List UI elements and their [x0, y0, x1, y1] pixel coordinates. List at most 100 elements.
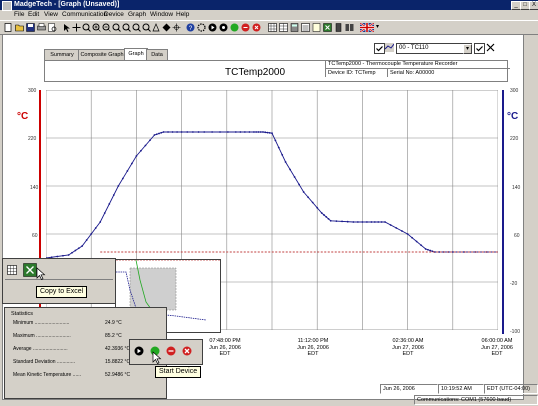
tab-composite-graph[interactable]: Composite Graph: [78, 49, 126, 60]
device-name: TCTemp2000: [225, 67, 286, 78]
print-icon[interactable]: [37, 23, 46, 32]
device-select-dropdown-icon[interactable]: ▾: [463, 44, 472, 54]
stop-icon[interactable]: [241, 23, 250, 32]
menu-device[interactable]: Device: [104, 11, 124, 18]
device-select[interactable]: 00 - TC110: [396, 43, 472, 54]
data-point: [176, 131, 178, 133]
zoom-in-icon[interactable]: [92, 23, 101, 32]
open-folder-icon[interactable]: [15, 23, 24, 32]
data-point: [411, 236, 414, 239]
stats-icon[interactable]: [301, 23, 310, 32]
multi-device-icon[interactable]: [345, 23, 354, 32]
data-point: [130, 162, 133, 165]
stop-device-icon[interactable]: [166, 346, 176, 356]
tab-summary[interactable]: Summary: [44, 49, 80, 60]
data-point: [264, 131, 267, 134]
data-point: [171, 131, 174, 133]
zoom-reset-icon[interactable]: [142, 23, 151, 32]
menu-help[interactable]: Help: [176, 11, 189, 18]
cancel-icon[interactable]: [252, 23, 261, 32]
start-icon[interactable]: [219, 23, 228, 32]
data-point: [415, 240, 418, 243]
title-bar: MadgeTech - [Graph (Unsaved)] _ □ X: [0, 0, 538, 11]
settings-icon[interactable]: [197, 23, 206, 32]
data-point: [155, 133, 158, 136]
cancel-device-icon[interactable]: [182, 346, 192, 356]
close-button[interactable]: X: [529, 1, 538, 10]
menu-view[interactable]: View: [44, 11, 58, 18]
save-icon[interactable]: [26, 23, 35, 32]
data-point: [160, 131, 163, 134]
calculator-icon[interactable]: [290, 23, 299, 32]
go-icon[interactable]: [230, 23, 239, 32]
pan-icon[interactable]: [72, 23, 81, 32]
help-icon[interactable]: ?: [186, 23, 195, 32]
new-file-icon[interactable]: [4, 23, 13, 32]
data-point: [158, 132, 160, 135]
menu-bar: File Edit View Communication Device Grap…: [0, 10, 538, 20]
data-point: [99, 221, 102, 223]
zoom-y-icon[interactable]: [132, 23, 141, 32]
pointer-icon[interactable]: [62, 23, 71, 32]
remove-device-icon[interactable]: [486, 43, 495, 52]
menu-graph[interactable]: Graph: [128, 11, 146, 18]
status-time: 10:19:52 AM: [438, 384, 484, 394]
data-point: [389, 224, 392, 226]
data-point: [329, 219, 332, 222]
data-point: [227, 131, 229, 133]
data-point: [311, 201, 314, 204]
language-dropdown-arrow[interactable]: ▾: [376, 23, 379, 30]
data-point: [103, 212, 106, 214]
table-icon[interactable]: [279, 23, 288, 32]
data-point: [211, 131, 214, 133]
data-point: [197, 131, 200, 133]
device-icon[interactable]: [334, 23, 343, 32]
data-point: [366, 221, 368, 223]
data-point: [373, 221, 376, 223]
read-device-icon[interactable]: [134, 346, 144, 356]
excel-icon[interactable]: [23, 263, 37, 277]
data-point: [277, 146, 280, 149]
menu-window[interactable]: Window: [150, 11, 173, 18]
status-timezone: EDT (UTC-04:00): [484, 384, 538, 394]
data-point: [316, 206, 319, 209]
zoom-box-icon[interactable]: [112, 23, 121, 32]
export-icon[interactable]: [323, 23, 332, 32]
report-icon[interactable]: [312, 23, 321, 32]
menu-file[interactable]: File: [14, 11, 24, 18]
stat-value: 24.9 °C: [105, 320, 122, 326]
data-point: [380, 221, 383, 223]
data-point: [266, 131, 269, 134]
data-point: [243, 131, 246, 133]
menu-edit[interactable]: Edit: [28, 11, 39, 18]
tab-data[interactable]: Data: [146, 49, 168, 60]
data-point: [108, 203, 111, 205]
device-checkbox[interactable]: [374, 43, 385, 54]
data-point: [429, 249, 432, 252]
menu-communication[interactable]: Communication: [62, 11, 107, 18]
data-point: [420, 244, 423, 247]
device-checkbox-2[interactable]: [474, 43, 485, 54]
data-point: [257, 131, 260, 133]
y-axis-label-right: °C: [507, 111, 519, 122]
calculator-icon[interactable]: [7, 265, 17, 275]
annotation-icon[interactable]: [152, 23, 161, 32]
zoom-out-icon[interactable]: [102, 23, 111, 32]
print-preview-icon[interactable]: [48, 23, 57, 32]
zoom-icon[interactable]: [82, 23, 91, 32]
stat-value: 85.2 °C: [105, 333, 122, 339]
read-device-icon[interactable]: [208, 23, 217, 32]
data-point: [248, 131, 251, 133]
y-tick-right: 140: [512, 185, 521, 191]
data-point: [90, 233, 93, 235]
data-point: [85, 239, 88, 241]
x-tick-label: 06:00:00 AM Jun 27, 2006 EDT: [481, 338, 513, 357]
data-point: [144, 144, 147, 147]
data-point: [77, 247, 80, 250]
crosshair-icon[interactable]: [172, 23, 181, 32]
grid-icon[interactable]: [268, 23, 277, 32]
marker-icon[interactable]: [162, 23, 171, 32]
language-flag-icon[interactable]: [360, 23, 374, 32]
zoom-x-icon[interactable]: [122, 23, 131, 32]
data-point: [325, 216, 328, 218]
